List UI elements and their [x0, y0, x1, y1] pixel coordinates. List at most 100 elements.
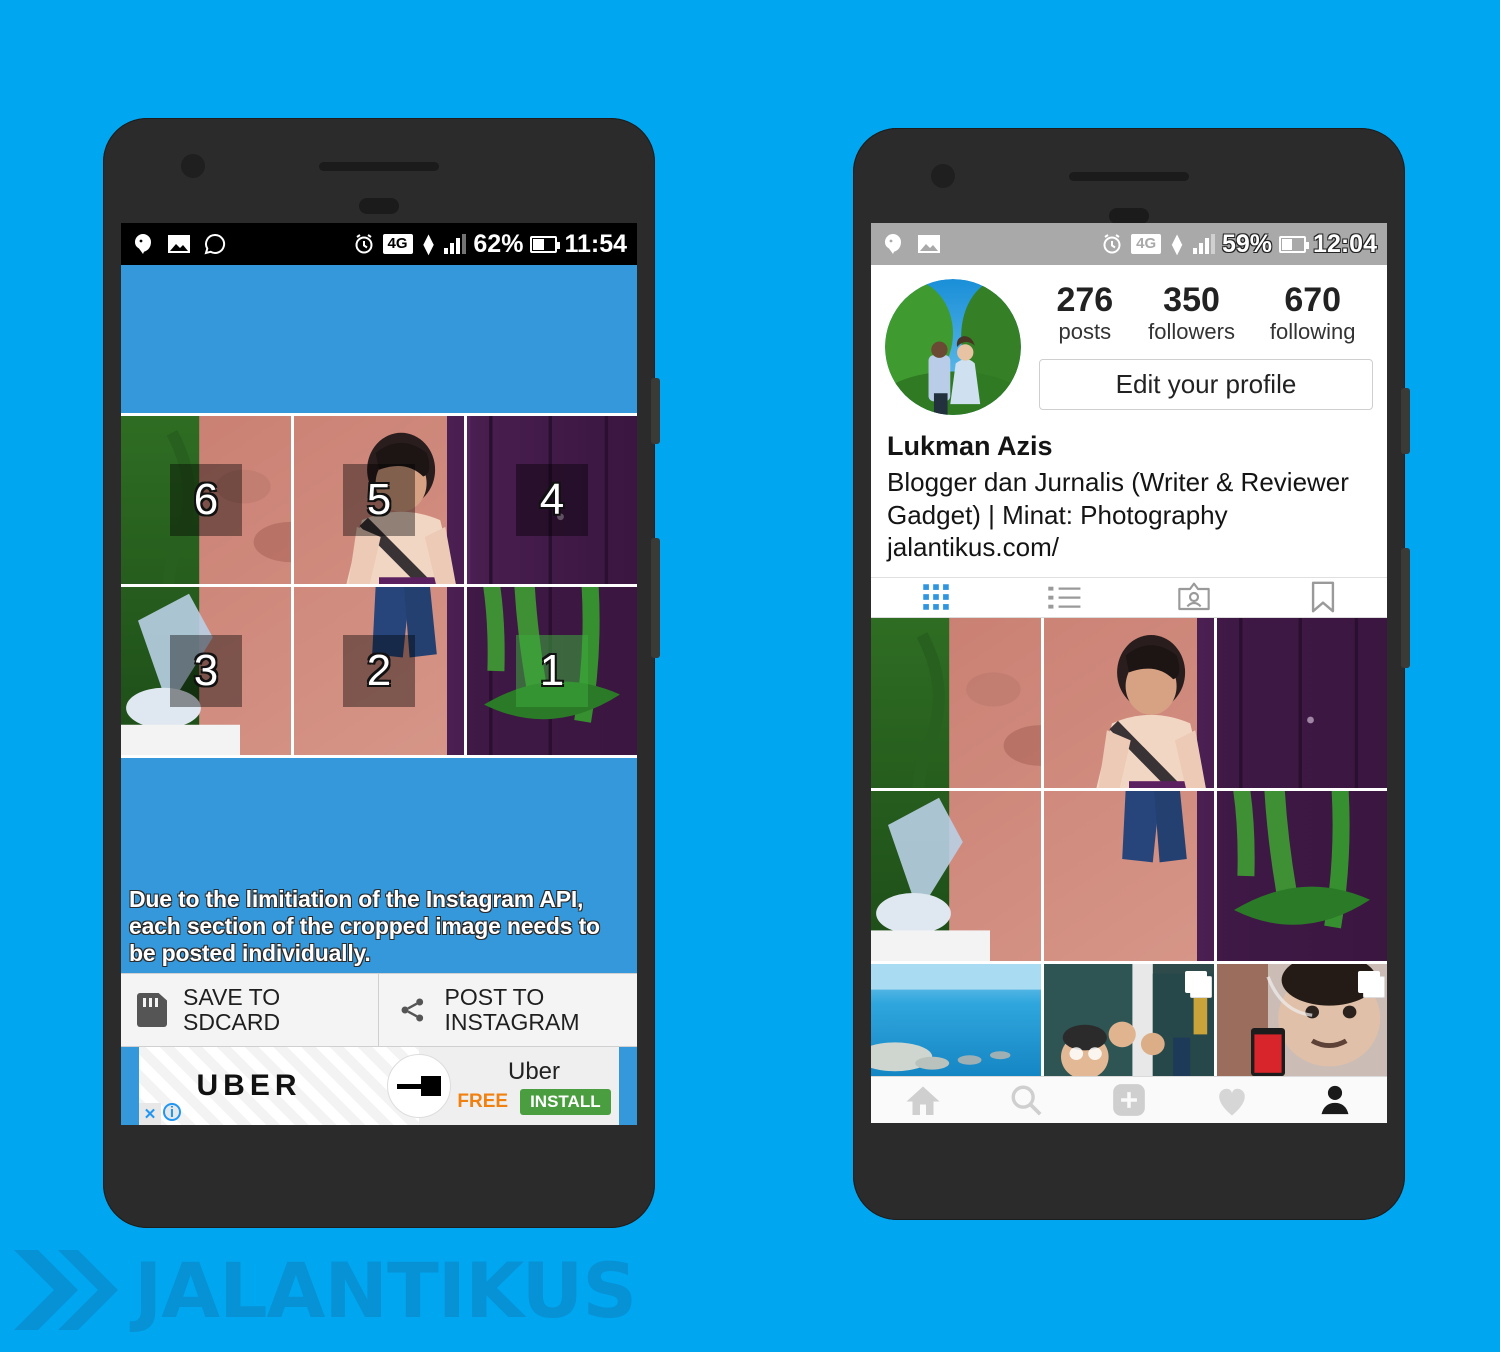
- multi-post-icon: [1358, 970, 1380, 993]
- save-button-label-line2: SDCARD: [183, 1009, 281, 1035]
- multi-post-icon: [1185, 970, 1207, 993]
- profile-post-grid: [871, 617, 1387, 1076]
- grid-post-bottom-left[interactable]: [871, 963, 1041, 1076]
- profile-stats-and-action: 276 posts 350 followers 670 following Ed…: [1039, 279, 1373, 415]
- battery-percent-label: 59%: [1222, 229, 1273, 258]
- watermark-text: JALANTIKUS: [134, 1245, 637, 1335]
- whatsapp-icon: [204, 233, 226, 255]
- action-bar: SAVE TO SDCARD POST TO INSTAGRAM: [121, 973, 637, 1047]
- notification-icon: [885, 234, 901, 254]
- network-type-label: 4G: [1131, 234, 1162, 254]
- stat-followers[interactable]: 350 followers: [1148, 281, 1235, 345]
- power-button[interactable]: [651, 378, 660, 444]
- status-bar-right: 4G ▲ ▼ 59% 12:04: [871, 223, 1387, 265]
- profile-website-link[interactable]: jalantikus.com/: [887, 531, 1371, 565]
- grid-cell-4[interactable]: 4: [467, 416, 637, 584]
- post-thumbnail: [871, 963, 1041, 1076]
- grid-post-middle-left[interactable]: [871, 790, 1041, 961]
- edit-profile-button[interactable]: Edit your profile: [1039, 358, 1373, 410]
- grid-post-bottom-center[interactable]: [1044, 963, 1214, 1076]
- grid-post-top-right[interactable]: [1217, 617, 1387, 788]
- grid-cell-1[interactable]: 1: [467, 587, 637, 755]
- share-icon: [401, 998, 423, 1022]
- grid-post-top-center[interactable]: [1044, 617, 1214, 788]
- chevron-logo: [14, 1250, 118, 1330]
- ad-banner[interactable]: UBER Uber FREE INSTALL ✕ i: [121, 1047, 637, 1125]
- front-camera-icon: [931, 164, 955, 188]
- cell-number-badge: 1: [516, 635, 588, 707]
- grid-post-middle-center[interactable]: [1044, 790, 1214, 961]
- signal-strength-icon: [1193, 234, 1215, 254]
- nav-home[interactable]: [871, 1083, 974, 1117]
- grid-cell-6[interactable]: 6: [121, 416, 291, 584]
- profile-bio: Lukman Azis Blogger dan Jurnalis (Writer…: [871, 425, 1387, 577]
- photo-icon: [918, 235, 940, 253]
- notification-icon: [135, 234, 151, 254]
- grid-post-middle-right[interactable]: [1217, 790, 1387, 961]
- save-button-label-line1: SAVE TO: [183, 983, 281, 1010]
- alarm-icon: [355, 234, 373, 254]
- post-thumbnail: [871, 790, 1041, 961]
- ad-controls: ✕ i: [139, 1103, 181, 1125]
- phone-screen-right: 4G ▲ ▼ 59% 12:04 276 posts 350 followers…: [871, 223, 1387, 1123]
- stat-posts[interactable]: 276 posts: [1056, 281, 1114, 345]
- nav-activity[interactable]: [1181, 1083, 1284, 1117]
- list-icon: [1047, 587, 1080, 609]
- nav-profile[interactable]: [1284, 1083, 1387, 1117]
- tab-photos-of-you[interactable]: [1129, 578, 1258, 617]
- profile-header: 276 posts 350 followers 670 following Ed…: [871, 265, 1387, 425]
- nav-search[interactable]: [974, 1083, 1077, 1117]
- avatar[interactable]: [885, 279, 1021, 415]
- signal-strength-icon: [444, 234, 467, 254]
- home-icon: [906, 1086, 940, 1115]
- profile-tabs: [871, 576, 1387, 618]
- grid-icon: [922, 584, 949, 611]
- api-limitation-hint: Due to the limitiation of the Instagram …: [129, 886, 600, 967]
- profile-stats: 276 posts 350 followers 670 following: [1039, 281, 1373, 345]
- grid-cell-2[interactable]: 2: [294, 587, 464, 755]
- add-post-icon: [1113, 1084, 1145, 1116]
- profile-bio-text: Blogger dan Jurnalis (Writer & Reviewer …: [887, 467, 1349, 530]
- post-thumbnail: [871, 617, 1041, 788]
- power-button[interactable]: [1401, 388, 1410, 454]
- grid-post-top-left[interactable]: [871, 617, 1041, 788]
- photo-icon: [168, 235, 190, 253]
- grid-post-bottom-right[interactable]: [1217, 963, 1387, 1076]
- phone-device-right: 4G ▲ ▼ 59% 12:04 276 posts 350 followers…: [853, 128, 1410, 1220]
- stat-following-value: 670: [1284, 281, 1342, 319]
- volume-button[interactable]: [1401, 548, 1410, 668]
- info-icon[interactable]: i: [163, 1103, 181, 1121]
- earpiece-speaker: [319, 162, 439, 171]
- data-transfer-icon: ▲ ▼: [419, 229, 438, 259]
- ad-install-button[interactable]: INSTALL: [520, 1088, 611, 1115]
- ad-price-label: FREE: [457, 1090, 509, 1112]
- stat-followers-value: 350: [1163, 281, 1220, 319]
- stat-posts-value: 276: [1056, 281, 1114, 319]
- tab-grid[interactable]: [871, 578, 1000, 617]
- post-to-instagram-button[interactable]: POST TO INSTAGRAM: [377, 974, 638, 1046]
- nav-add-post[interactable]: [1077, 1081, 1180, 1119]
- uber-wordmark: UBER: [196, 1069, 302, 1102]
- volume-button[interactable]: [651, 538, 660, 658]
- bottom-navigation: [871, 1075, 1387, 1123]
- cropped-image-grid: 6 5 4 3 2 1: [121, 413, 637, 758]
- close-icon[interactable]: ✕: [139, 1103, 161, 1125]
- ad-creative[interactable]: UBER: [139, 1047, 451, 1125]
- battery-percent-label: 62%: [473, 229, 524, 258]
- save-to-sdcard-button[interactable]: SAVE TO SDCARD: [121, 974, 378, 1046]
- grid-cell-5[interactable]: 5: [294, 416, 464, 584]
- grid-cell-3[interactable]: 3: [121, 587, 291, 755]
- watermark: JALANTIKUS: [10, 1242, 637, 1338]
- post-thumbnail: [1217, 617, 1387, 788]
- ad-inner[interactable]: UBER Uber FREE INSTALL ✕ i: [139, 1047, 619, 1125]
- post-thumbnail: [1217, 790, 1387, 961]
- photos-of-you-icon: [1177, 583, 1210, 611]
- tab-list[interactable]: [1000, 578, 1129, 617]
- cell-number-badge: 2: [343, 635, 415, 707]
- instagrid-app-body: 6 5 4 3 2 1 Due to the limitiation of th…: [121, 265, 637, 1125]
- stat-following[interactable]: 670 following: [1270, 281, 1356, 345]
- top-spacer: [121, 265, 637, 413]
- tab-saved[interactable]: [1258, 578, 1387, 617]
- uber-app-icon: [387, 1054, 451, 1118]
- profile-icon: [1321, 1085, 1349, 1115]
